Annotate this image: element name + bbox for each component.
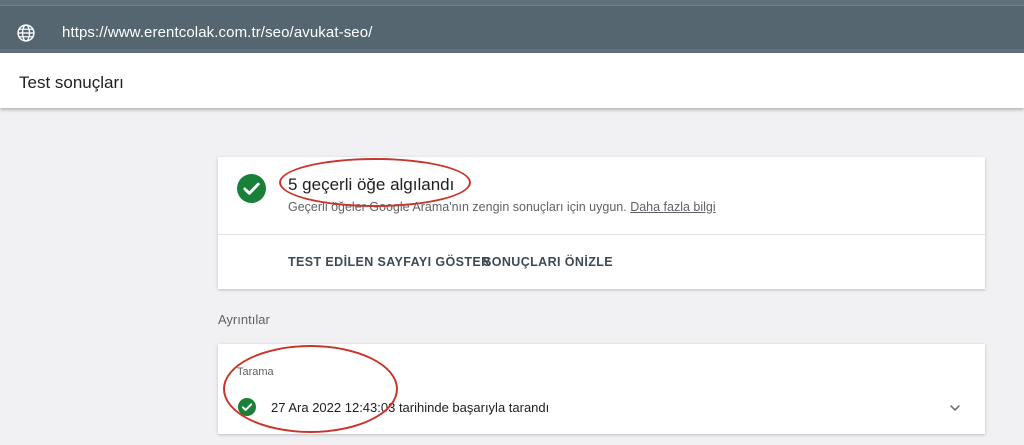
preview-results-button[interactable]: SONUÇLARI ÖNİZLE: [483, 255, 613, 269]
result-subtitle-text: Geçerli öğeler Google Arama'nın zengin s…: [288, 200, 627, 214]
page-header: Test sonuçları: [0, 53, 1024, 108]
crawl-details-card[interactable]: Tarama 27 Ara 2022 12:43:03 tarihinde ba…: [218, 344, 985, 434]
view-tested-page-button[interactable]: TEST EDİLEN SAYFAYI GÖSTER: [288, 255, 491, 269]
check-circle-icon: [237, 174, 266, 203]
result-title: 5 geçerli öğe algılandı: [288, 175, 455, 194]
learn-more-link[interactable]: Daha fazla bilgi: [630, 200, 715, 214]
result-subtitle: Geçerli öğeler Google Arama'nın zengin s…: [288, 200, 716, 214]
url-text: https://www.erentcolak.com.tr/seo/avukat…: [62, 24, 373, 41]
crawl-label: Tarama: [237, 366, 274, 378]
globe-icon: [17, 24, 35, 42]
details-heading: Ayrıntılar: [218, 312, 270, 327]
chevron-down-icon[interactable]: [947, 400, 963, 416]
crawl-status-text: 27 Ara 2022 12:43:03 tarihinde başarıyla…: [271, 400, 550, 415]
result-summary-card: 5 geçerli öğe algılandı Geçerli öğeler G…: [218, 157, 985, 289]
browser-url-bar: https://www.erentcolak.com.tr/seo/avukat…: [0, 0, 1024, 53]
check-circle-icon: [238, 398, 256, 416]
divider: [218, 234, 985, 235]
url-field[interactable]: https://www.erentcolak.com.tr/seo/avukat…: [0, 5, 1024, 49]
page-title: Test sonuçları: [19, 73, 124, 92]
